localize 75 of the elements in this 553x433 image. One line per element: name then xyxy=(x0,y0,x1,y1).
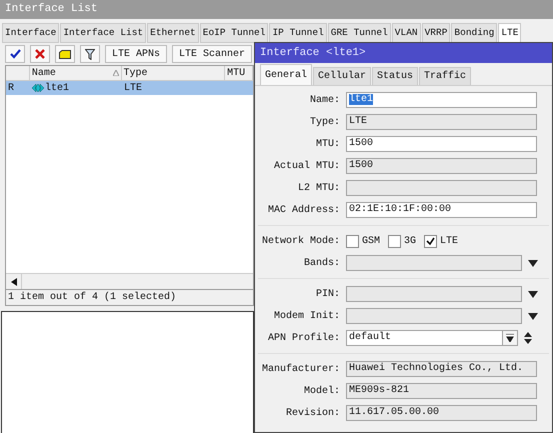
checkbox[interactable] xyxy=(388,234,402,248)
tab[interactable]: EoIP Tunnel xyxy=(200,23,268,43)
tab[interactable]: Interface xyxy=(2,23,60,43)
checkbox[interactable] xyxy=(424,234,438,248)
disable-button[interactable] xyxy=(30,45,50,63)
filter-icon xyxy=(85,48,95,60)
tab[interactable]: Cellular xyxy=(313,67,372,85)
table-cell-text: lte1 xyxy=(45,82,70,96)
tab[interactable]: GRE Tunnel xyxy=(328,23,391,43)
column-header[interactable]: MTU xyxy=(225,66,254,80)
field-label: Manufacturer: xyxy=(260,362,341,376)
input-field[interactable]: default xyxy=(346,330,503,346)
dropdown-arrow-icon[interactable] xyxy=(528,312,538,320)
readonly-field: 11.617.05.00.00 xyxy=(346,405,537,421)
enable-button[interactable] xyxy=(5,45,25,63)
tab[interactable]: Interface List xyxy=(60,23,146,43)
note-icon xyxy=(59,50,71,58)
up-down-icon[interactable] xyxy=(524,332,532,344)
dropdown-field[interactable] xyxy=(346,308,522,324)
field-label: MAC Address: xyxy=(266,204,341,218)
toolbar-button[interactable]: LTE Scanner xyxy=(172,45,252,63)
field-label: Modem Init: xyxy=(272,310,341,324)
tab[interactable]: LTE xyxy=(498,23,522,43)
tab[interactable]: Status xyxy=(372,67,418,85)
cross-icon xyxy=(35,49,45,59)
field-label: Actual MTU: xyxy=(272,160,341,174)
column-header[interactable]: Type xyxy=(122,66,226,80)
readonly-field: 1500 xyxy=(346,158,537,174)
scroll-left-icon[interactable] xyxy=(10,278,16,286)
window-title: Interface List xyxy=(5,3,98,15)
dropdown-arrow-icon xyxy=(506,334,514,342)
tab[interactable]: Bonding xyxy=(451,23,498,43)
field-label: Revision: xyxy=(284,406,341,420)
dropdown-field[interactable] xyxy=(346,286,522,302)
tab[interactable]: Traffic xyxy=(419,67,472,85)
status-bar: 1 item out of 4 (1 selected) xyxy=(5,290,254,306)
filter-button[interactable] xyxy=(80,45,100,63)
column-header[interactable]: Name xyxy=(30,66,122,80)
field-label: PIN: xyxy=(314,288,341,302)
field-label: MTU: xyxy=(314,138,341,152)
sort-icon xyxy=(112,70,119,76)
interface-icon xyxy=(32,83,44,93)
dropdown-arrow-icon[interactable] xyxy=(528,290,538,298)
table-cell-text: R xyxy=(7,82,16,96)
field-label: Model: xyxy=(302,384,341,398)
dialog-title: Interface <lte1> xyxy=(260,47,366,59)
input-field[interactable]: 1500 xyxy=(346,136,537,152)
field-label: Bands: xyxy=(302,256,341,270)
checkbox-label: GSM xyxy=(362,234,380,248)
tab[interactable]: General xyxy=(260,64,312,85)
input-field[interactable]: 02:1E:10:1F:00:00 xyxy=(346,202,537,218)
tab[interactable]: VLAN xyxy=(392,23,421,43)
tab[interactable]: Ethernet xyxy=(147,23,199,43)
table-cell-text: LTE xyxy=(123,82,144,96)
dropdown-button[interactable] xyxy=(502,330,518,346)
comment-button[interactable] xyxy=(55,45,75,63)
field-label: Network Mode: xyxy=(260,234,341,248)
checkbox-label: 3G xyxy=(404,234,416,248)
check-icon xyxy=(10,49,20,59)
input-field[interactable]: lte1 xyxy=(346,92,537,108)
toolbar-button[interactable]: LTE APNs xyxy=(105,45,168,63)
tab[interactable]: VRRP xyxy=(422,23,450,43)
table-row[interactable]: R lte1 LTE xyxy=(6,81,253,95)
field-label: L2 MTU: xyxy=(296,182,341,196)
readonly-field: Huawei Technologies Co., Ltd. xyxy=(346,361,537,377)
checkbox-label: LTE xyxy=(440,234,458,248)
checkbox[interactable] xyxy=(346,234,359,248)
readonly-field: ME909s-821 xyxy=(346,383,537,399)
tab[interactable]: IP Tunnel xyxy=(269,23,327,43)
field-label: Type: xyxy=(308,116,341,130)
field-label: APN Profile: xyxy=(266,332,341,346)
field-label: Name: xyxy=(308,94,341,108)
readonly-field: LTE xyxy=(346,114,537,130)
dropdown-field[interactable] xyxy=(346,255,522,271)
dropdown-arrow-icon[interactable] xyxy=(528,260,538,266)
